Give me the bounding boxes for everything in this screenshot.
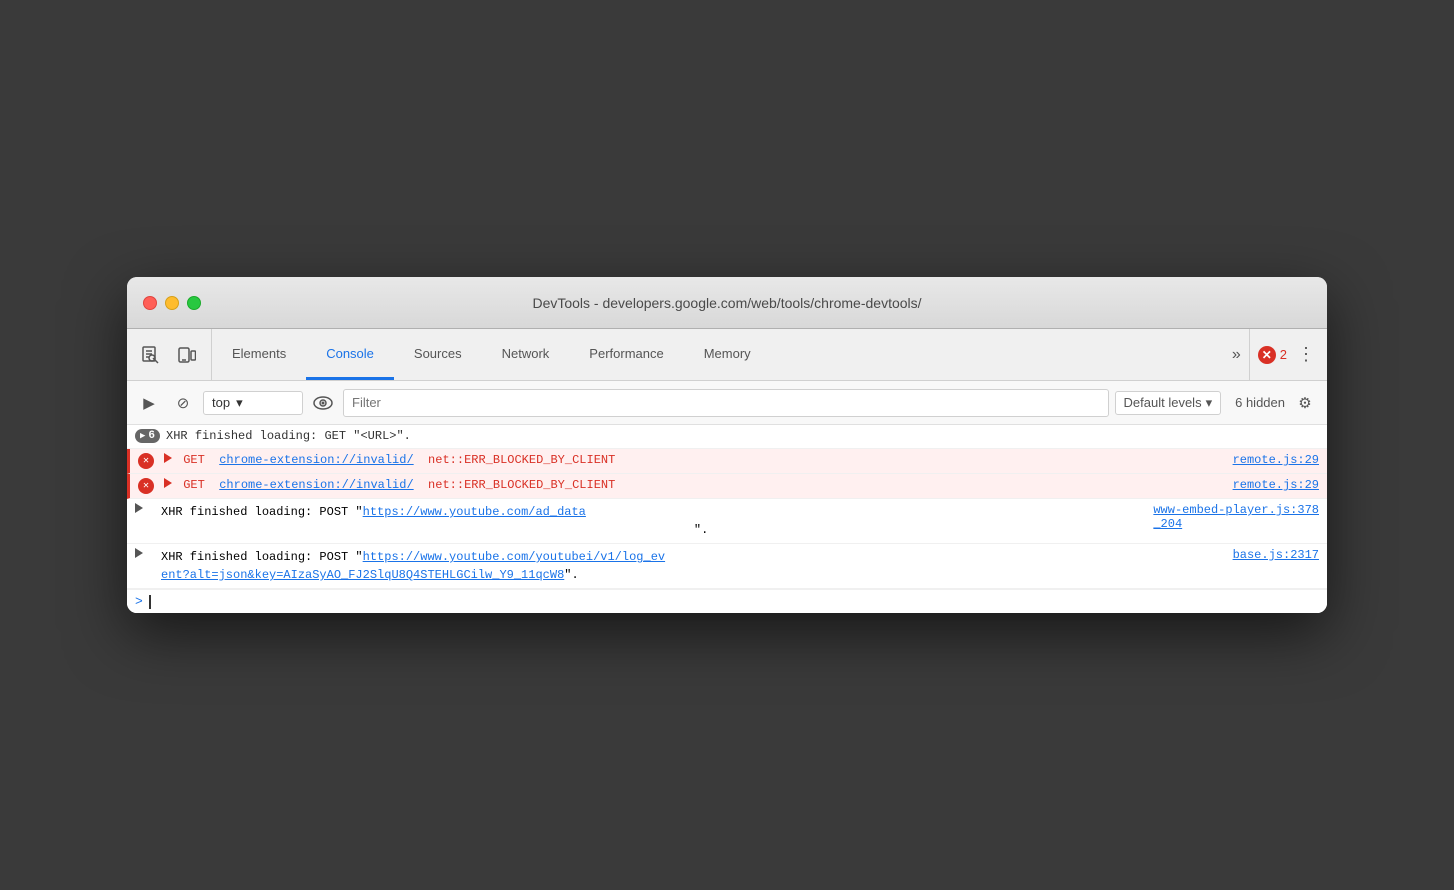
- filter-input[interactable]: [343, 389, 1109, 417]
- url-link[interactable]: chrome-extension://invalid/: [219, 478, 413, 492]
- tab-elements[interactable]: Elements: [212, 329, 306, 380]
- entry-main: GET chrome-extension://invalid/ net::ERR…: [164, 478, 1233, 492]
- expand-icon[interactable]: [164, 478, 172, 488]
- entry-content: XHR finished loading: POST "https://www.…: [161, 503, 1319, 539]
- tab-console[interactable]: Console: [306, 329, 394, 380]
- error-icon: ✕: [138, 478, 154, 494]
- entry-prefix: ✕: [138, 453, 158, 469]
- inspect-icon[interactable]: [135, 339, 167, 371]
- tab-network[interactable]: Network: [482, 329, 570, 380]
- url-link[interactable]: https://www.youtube.com/ad_data: [363, 505, 586, 519]
- console-output: ▶ 6 XHR finished loading: GET "<URL>". ✕…: [127, 425, 1327, 613]
- entry-main: XHR finished loading: POST "https://www.…: [161, 548, 1233, 584]
- error-text: net::ERR_BLOCKED_BY_CLIENT: [421, 478, 615, 492]
- source-link[interactable]: remote.js:29: [1233, 453, 1319, 467]
- more-tabs-button[interactable]: »: [1224, 329, 1249, 380]
- maximize-button[interactable]: [187, 296, 201, 310]
- minimize-button[interactable]: [165, 296, 179, 310]
- console-settings-icon[interactable]: ⚙: [1291, 389, 1319, 417]
- source-link[interactable]: remote.js:29: [1233, 478, 1319, 492]
- console-cursor[interactable]: [149, 595, 151, 609]
- log-entry: ▶ 6 XHR finished loading: GET "<URL>".: [127, 425, 1327, 449]
- block-requests-button[interactable]: ⊘: [169, 389, 197, 417]
- log-entry-error-2: ✕ GET chrome-extension://invalid/ net::E…: [127, 474, 1327, 499]
- entry-prefix: ▶ 6: [135, 429, 160, 443]
- entry-content: GET chrome-extension://invalid/ net::ERR…: [164, 478, 1319, 492]
- toolbar-right: ✕ 2 ⋮: [1249, 329, 1327, 380]
- error-text: net::ERR_BLOCKED_BY_CLIENT: [421, 453, 615, 467]
- entry-prefix: [135, 503, 155, 513]
- log-levels-button[interactable]: Default levels ▾: [1115, 391, 1222, 415]
- log-message: XHR finished loading: POST "https://www.…: [161, 505, 708, 537]
- error-icon: ✕: [138, 453, 154, 469]
- entry-content: GET chrome-extension://invalid/ net::ERR…: [164, 453, 1319, 467]
- entry-content: XHR finished loading: POST "https://www.…: [161, 548, 1319, 584]
- source-link[interactable]: base.js:2317: [1233, 548, 1319, 562]
- entry-main: XHR finished loading: POST "https://www.…: [161, 503, 1153, 539]
- entry-prefix: [135, 548, 155, 558]
- expand-icon[interactable]: [135, 548, 143, 558]
- eye-icon[interactable]: [309, 389, 337, 417]
- close-button[interactable]: [143, 296, 157, 310]
- entry-main: GET chrome-extension://invalid/ net::ERR…: [164, 453, 1233, 467]
- expand-icon[interactable]: [135, 503, 143, 513]
- titlebar: DevTools - developers.google.com/web/too…: [127, 277, 1327, 329]
- log-message: XHR finished loading: POST "https://www.…: [161, 550, 665, 582]
- log-entry-xhr-2: XHR finished loading: POST "https://www.…: [127, 544, 1327, 589]
- console-toolbar: ▶ ⊘ top ▾ Default levels ▾ 6 hidden ⚙: [127, 381, 1327, 425]
- device-icon[interactable]: [171, 339, 203, 371]
- tabs: Elements Console Sources Network Perform…: [212, 329, 1224, 380]
- tab-memory[interactable]: Memory: [684, 329, 771, 380]
- method-text: GET: [183, 453, 212, 467]
- toolbar-icons: [127, 329, 212, 380]
- log-message: XHR finished loading: GET "<URL>".: [166, 429, 1319, 443]
- log-entry-error-1: ✕ GET chrome-extension://invalid/ net::E…: [127, 449, 1327, 474]
- source-link[interactable]: www-embed-player.js:378 _204: [1153, 503, 1319, 531]
- run-script-button[interactable]: ▶: [135, 389, 163, 417]
- prompt-icon: >: [135, 594, 143, 609]
- url-link[interactable]: chrome-extension://invalid/: [219, 453, 413, 467]
- console-input-row: >: [127, 589, 1327, 613]
- url-link[interactable]: https://www.youtube.com/youtubei/v1/log_…: [161, 550, 665, 582]
- tab-performance[interactable]: Performance: [569, 329, 683, 380]
- traffic-lights: [143, 296, 201, 310]
- expand-icon[interactable]: [164, 453, 172, 463]
- devtools-menu-icon[interactable]: ⋮: [1293, 340, 1319, 369]
- error-icon: ✕: [1258, 346, 1276, 364]
- context-selector[interactable]: top ▾: [203, 391, 303, 415]
- entry-content: XHR finished loading: GET "<URL>".: [166, 429, 1319, 443]
- entry-prefix: ✕: [138, 478, 158, 494]
- tab-bar: Elements Console Sources Network Perform…: [127, 329, 1327, 381]
- count-badge: ▶ 6: [135, 429, 160, 443]
- log-entry-xhr-1: XHR finished loading: POST "https://www.…: [127, 499, 1327, 544]
- tab-sources[interactable]: Sources: [394, 329, 482, 380]
- hidden-count: 6 hidden: [1235, 395, 1285, 410]
- window-title: DevTools - developers.google.com/web/too…: [532, 295, 921, 311]
- error-badge[interactable]: ✕ 2: [1258, 346, 1287, 364]
- method-text: GET: [183, 478, 212, 492]
